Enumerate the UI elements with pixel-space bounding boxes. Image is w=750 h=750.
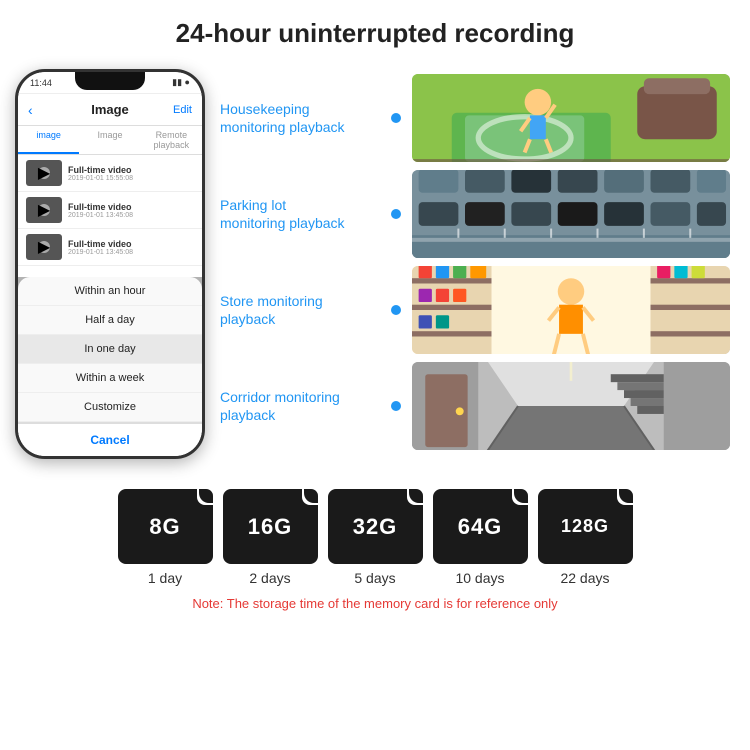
phone-nav-title: Image — [91, 102, 129, 117]
sdcard-icon-1: 8G — [118, 489, 213, 564]
list-item-date-1: 2019-01-01 15:55:08 — [68, 175, 194, 182]
sdcard-icon-5: 128G — [538, 489, 633, 564]
sdcard-row: 8G 1 day 16G 2 days 32G 5 days — [118, 489, 633, 586]
sdcard-days-4: 10 days — [455, 570, 504, 586]
monitoring-image-4 — [412, 362, 730, 450]
sdcard-item-3: 32G 5 days — [328, 489, 423, 586]
dropdown-cancel-button[interactable]: Cancel — [18, 422, 202, 456]
phone-device: 11:44 ▮▮ ● ‹ Image Edit image Image Remo… — [15, 69, 205, 459]
monitoring-label-1: Housekeepingmonitoring playback — [220, 100, 380, 136]
note-text: Note: The storage time of the memory car… — [192, 596, 557, 611]
connector-dot-2 — [391, 209, 401, 219]
monitoring-label-2: Parking lotmonitoring playback — [220, 196, 380, 232]
sdcard-section: 8G 1 day 16G 2 days 32G 5 days — [0, 469, 750, 621]
right-panel: Housekeepingmonitoring playback — [220, 69, 730, 458]
list-item-date-2: 2019-01-01 13:45:08 — [68, 212, 194, 219]
sdcard-item-5: 128G 22 days — [538, 489, 633, 586]
phone-nav-bar: ‹ Image Edit — [18, 94, 202, 126]
dropdown-item-3[interactable]: In one day — [18, 335, 202, 364]
main-content: 11:44 ▮▮ ● ‹ Image Edit image Image Remo… — [0, 59, 750, 469]
dropdown-item-1[interactable]: Within an hour — [18, 277, 202, 306]
sdcard-days-1: 1 day — [148, 570, 182, 586]
monitoring-image-2 — [412, 170, 730, 258]
monitoring-row-4: Corridor monitoringplayback — [220, 362, 730, 450]
page-title: 24-hour uninterrupted recording — [20, 18, 730, 49]
phone-back-button[interactable]: ‹ — [28, 102, 33, 118]
play-icon-1: ▶ — [38, 167, 50, 179]
video-thumb-3: ▶ — [26, 234, 62, 260]
phone-dropdown: Within an hour Half a day In one day Wit… — [18, 277, 202, 456]
monitoring-image-3 — [412, 266, 730, 354]
list-item-title-2: Full-time video — [68, 202, 194, 212]
store-illustration — [412, 266, 730, 354]
connector-dot-3 — [391, 305, 401, 315]
monitoring-label-3: Store monitoringplayback — [220, 292, 380, 328]
list-item-date-3: 2019-01-01 13:45:08 — [68, 249, 194, 256]
list-item: ▶ Full-time video 2019-01-01 15:55:08 — [18, 155, 202, 192]
play-icon-2: ▶ — [38, 204, 50, 216]
dropdown-item-5[interactable]: Customize — [18, 393, 202, 422]
phone-dropdown-menu: Within an hour Half a day In one day Wit… — [18, 277, 202, 456]
corridor-illustration — [412, 362, 730, 450]
sdcard-item-1: 8G 1 day — [118, 489, 213, 586]
list-item: ▶ Full-time video 2019-01-01 13:45:08 — [18, 192, 202, 229]
monitoring-label-4: Corridor monitoringplayback — [220, 388, 380, 424]
monitoring-row-3: Store monitoringplayback — [220, 266, 730, 354]
sdcard-days-2: 2 days — [249, 570, 290, 586]
phone-tab-image2[interactable]: Image — [79, 126, 140, 154]
list-item-title-1: Full-time video — [68, 165, 194, 175]
list-item-text-2: Full-time video 2019-01-01 13:45:08 — [68, 202, 194, 219]
list-item-text-1: Full-time video 2019-01-01 15:55:08 — [68, 165, 194, 182]
list-item-title-3: Full-time video — [68, 239, 194, 249]
phone-notch — [75, 72, 145, 90]
dropdown-item-4[interactable]: Within a week — [18, 364, 202, 393]
phone-mockup: 11:44 ▮▮ ● ‹ Image Edit image Image Remo… — [10, 69, 210, 459]
phone-list: ▶ Full-time video 2019-01-01 15:55:08 ▶ … — [18, 155, 202, 456]
sdcard-capacity-3: 32G — [353, 514, 398, 540]
sdcard-icon-2: 16G — [223, 489, 318, 564]
page-header: 24-hour uninterrupted recording — [0, 0, 750, 59]
sdcard-capacity-2: 16G — [248, 514, 293, 540]
sdcard-icon-4: 64G — [433, 489, 528, 564]
connector-dot-1 — [391, 113, 401, 123]
connector-dot-4 — [391, 401, 401, 411]
monitoring-image-1 — [412, 74, 730, 162]
play-icon-3: ▶ — [38, 241, 50, 253]
phone-tab-remote[interactable]: Remote playback — [141, 126, 202, 154]
sdcard-icon-3: 32G — [328, 489, 423, 564]
monitoring-row-1: Housekeepingmonitoring playback — [220, 74, 730, 162]
connector-2 — [390, 209, 402, 219]
list-item: ▶ Full-time video 2019-01-01 13:45:08 — [18, 229, 202, 266]
parking-illustration — [412, 170, 730, 258]
video-thumb-1: ▶ — [26, 160, 62, 186]
housekeeping-illustration — [412, 74, 730, 162]
phone-status-icons: ▮▮ ● — [172, 77, 190, 88]
list-item-text-3: Full-time video 2019-01-01 13:45:08 — [68, 239, 194, 256]
sdcard-days-5: 22 days — [560, 570, 609, 586]
connector-3 — [390, 305, 402, 315]
dropdown-item-2[interactable]: Half a day — [18, 306, 202, 335]
sdcard-days-3: 5 days — [354, 570, 395, 586]
video-thumb-2: ▶ — [26, 197, 62, 223]
phone-time: 11:44 — [30, 78, 52, 88]
monitoring-row-2: Parking lotmonitoring playback — [220, 170, 730, 258]
phone-home-bar — [18, 456, 202, 459]
sdcard-item-4: 64G 10 days — [433, 489, 528, 586]
phone-edit-button[interactable]: Edit — [173, 104, 192, 116]
sdcard-capacity-1: 8G — [149, 514, 180, 540]
phone-tab-image[interactable]: image — [18, 126, 79, 154]
connector-1 — [390, 113, 402, 123]
sdcard-item-2: 16G 2 days — [223, 489, 318, 586]
sdcard-capacity-5: 128G — [561, 516, 609, 537]
phone-screen: 11:44 ▮▮ ● ‹ Image Edit image Image Remo… — [18, 72, 202, 456]
connector-4 — [390, 401, 402, 411]
sdcard-capacity-4: 64G — [458, 514, 503, 540]
phone-tabs: image Image Remote playback — [18, 126, 202, 155]
